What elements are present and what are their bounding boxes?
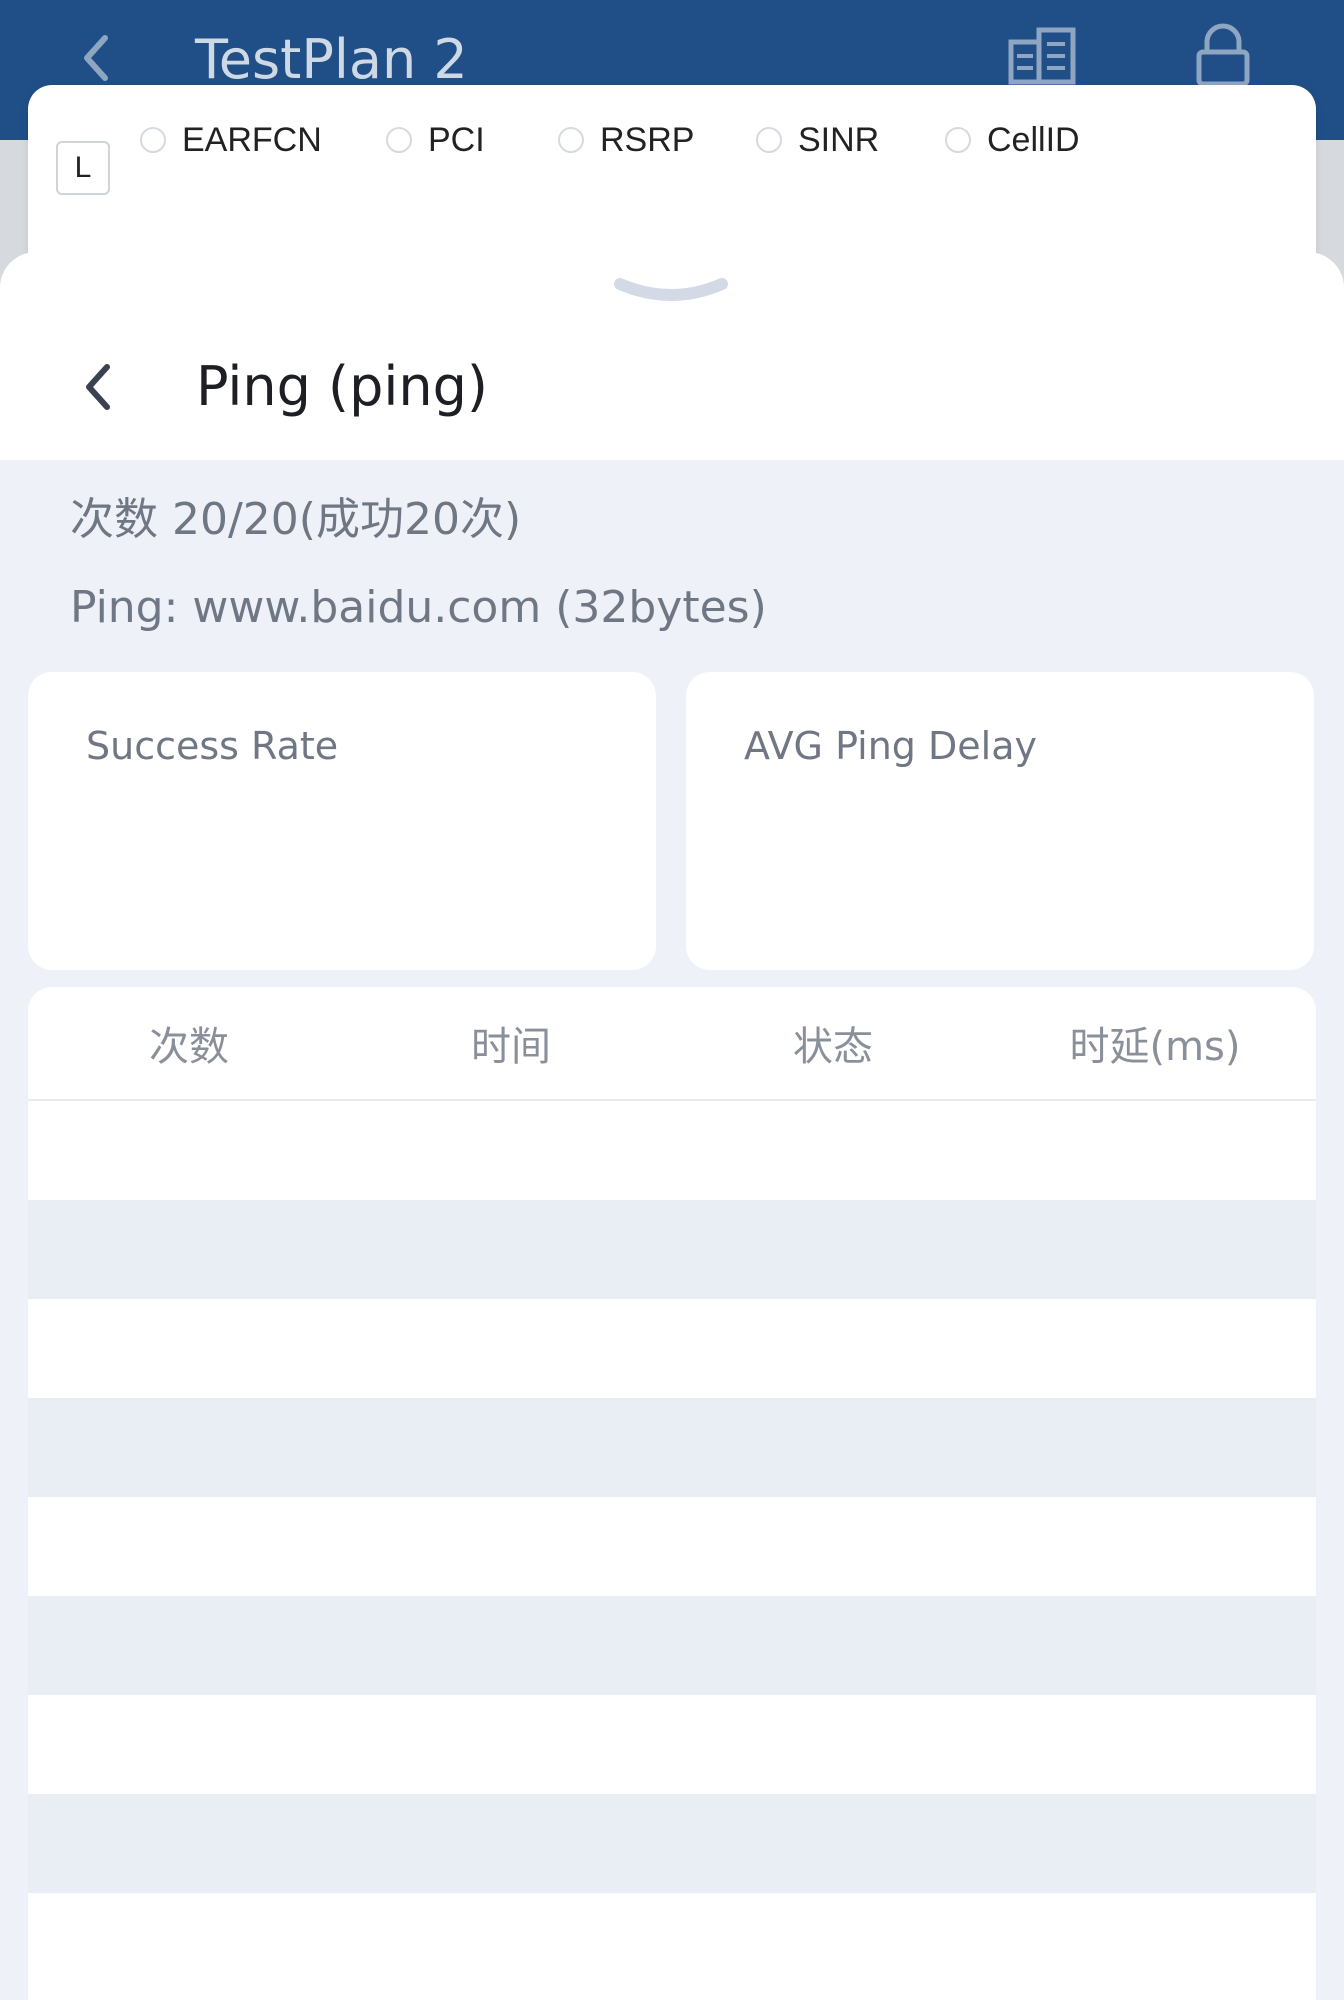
ping-results-table: 次数 时间 状态 时延(ms) [28, 987, 1316, 2000]
radio-icon[interactable] [756, 127, 782, 153]
table-row[interactable] [28, 1200, 1316, 1299]
table-cell [672, 1200, 994, 1299]
table-cell [350, 1200, 672, 1299]
table-cell [994, 1200, 1316, 1299]
table-row[interactable] [28, 1299, 1316, 1398]
column-header-delay: 时延(ms) [1069, 1024, 1241, 1070]
avg-ping-delay-label: AVG Ping Delay [744, 724, 1037, 768]
table-cell [994, 1893, 1316, 1992]
table-cell [672, 1299, 994, 1398]
ping-target-line: Ping: www.baidu.com (32bytes) [70, 582, 767, 633]
table-cell [672, 1596, 994, 1695]
table-cell [994, 1398, 1316, 1497]
table-row[interactable] [28, 1398, 1316, 1497]
table-cell [672, 1398, 994, 1497]
layer-option-label: CellID [987, 120, 1080, 159]
app-title: TestPlan 2 [195, 28, 468, 91]
table-cell [28, 1596, 350, 1695]
layer-option-label: RSRP [600, 120, 695, 159]
column-header-count: 次数 [149, 1024, 229, 1070]
table-cell [28, 1299, 350, 1398]
table-cell [350, 1893, 672, 1992]
sheet-back-icon[interactable] [78, 352, 118, 422]
layer-option-rsrp[interactable]: RSRP [558, 115, 694, 165]
ping-count-summary: 次数 20/20(成功20次) [70, 494, 522, 545]
table-cell [672, 1893, 994, 1992]
table-cell [994, 1101, 1316, 1200]
table-cell [672, 1101, 994, 1200]
sheet-header: Ping (ping) [0, 252, 1344, 460]
table-row[interactable] [28, 1695, 1316, 1794]
avg-ping-delay-card: AVG Ping Delay [686, 672, 1314, 970]
layer-option-earfcn[interactable]: EARFCN [140, 115, 322, 165]
table-cell [28, 1794, 350, 1893]
table-cell [994, 1596, 1316, 1695]
building-icon[interactable] [1003, 20, 1083, 90]
table-cell [672, 1695, 994, 1794]
layer-option-sinr[interactable]: SINR [756, 115, 879, 165]
table-cell [28, 1893, 350, 1992]
table-cell [994, 1299, 1316, 1398]
table-row[interactable] [28, 1893, 1316, 1992]
table-cell [350, 1497, 672, 1596]
layer-option-cellid[interactable]: CellID [945, 115, 1080, 165]
table-cell [350, 1596, 672, 1695]
table-cell [28, 1398, 350, 1497]
table-cell [994, 1497, 1316, 1596]
table-cell [994, 1794, 1316, 1893]
table-body [28, 1101, 1316, 1992]
back-chevron-icon[interactable] [76, 28, 116, 88]
table-cell [672, 1794, 994, 1893]
ping-detail-sheet: Ping (ping) 次数 20/20(成功20次) Ping: www.ba… [0, 252, 1344, 2000]
layer-toggle-button[interactable]: L [56, 141, 110, 195]
table-header: 次数 时间 状态 时延(ms) [28, 987, 1316, 1101]
radio-icon[interactable] [140, 127, 166, 153]
table-cell [994, 1695, 1316, 1794]
success-rate-label: Success Rate [86, 724, 339, 768]
collapse-handle-icon[interactable] [612, 274, 730, 310]
table-cell [350, 1101, 672, 1200]
table-cell [350, 1299, 672, 1398]
success-rate-card: Success Rate [28, 672, 656, 970]
table-cell [28, 1695, 350, 1794]
table-cell [28, 1497, 350, 1596]
sheet-title: Ping (ping) [196, 355, 488, 418]
table-cell [672, 1497, 994, 1596]
radio-icon[interactable] [945, 127, 971, 153]
table-cell [28, 1200, 350, 1299]
table-row[interactable] [28, 1101, 1316, 1200]
layer-option-label: PCI [428, 120, 485, 159]
layer-option-label: SINR [798, 120, 880, 159]
table-cell [350, 1794, 672, 1893]
radio-icon[interactable] [386, 127, 412, 153]
table-row[interactable] [28, 1794, 1316, 1893]
table-row[interactable] [28, 1596, 1316, 1695]
table-cell [350, 1398, 672, 1497]
radio-icon[interactable] [558, 127, 584, 153]
lock-icon[interactable] [1183, 20, 1263, 90]
table-row[interactable] [28, 1497, 1316, 1596]
layer-option-label: EARFCN [182, 120, 322, 159]
table-cell [350, 1695, 672, 1794]
table-cell [28, 1101, 350, 1200]
column-header-time: 时间 [471, 1024, 551, 1070]
layer-option-pci[interactable]: PCI [386, 115, 485, 165]
column-header-status: 状态 [793, 1024, 873, 1070]
